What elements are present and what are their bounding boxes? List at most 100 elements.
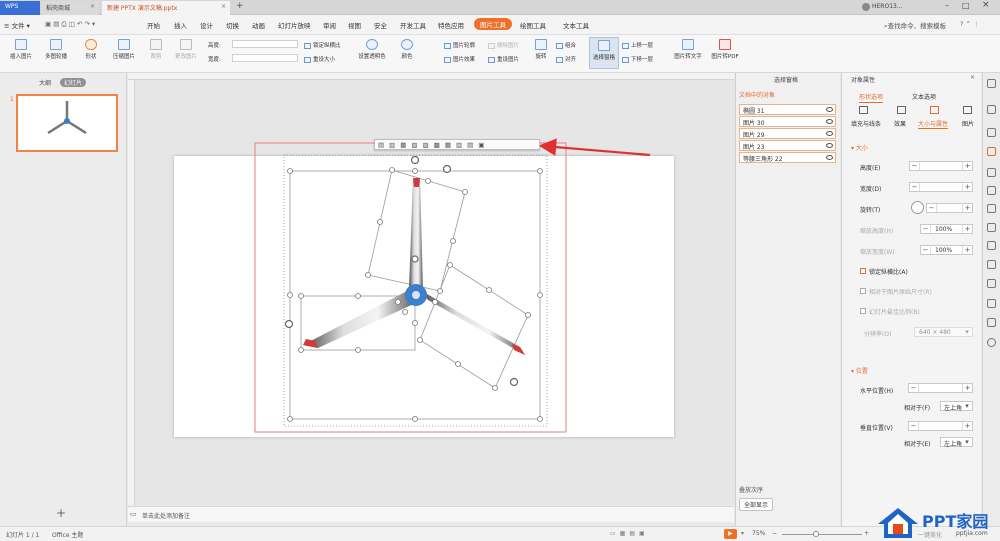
sub-tab-size-properties[interactable]: 大小与属性 — [918, 119, 949, 129]
bring-forward-button[interactable]: 上移一层 — [622, 41, 653, 49]
slide-thumbnail[interactable] — [16, 94, 118, 152]
align-icons[interactable]: ▤▥▦▧▨▩▦▥▤▣ — [378, 141, 489, 149]
menu-picture-tools[interactable]: 图片工具 — [474, 18, 512, 30]
menu-insert[interactable]: 插入 — [174, 20, 187, 30]
plus-icon[interactable]: + — [962, 225, 972, 233]
reset-size-button[interactable]: 重设大小 — [304, 55, 335, 63]
menu-text-tools[interactable]: 文本工具 — [563, 20, 589, 30]
quick-access-toolbar[interactable]: ▣ ▤ ⎙ ◫ ↶ ↷ ▾ — [45, 20, 95, 29]
scale-height-spinner[interactable]: −100% + — [920, 224, 973, 234]
search-box[interactable]: ⌕查找命令、搜索模板 — [884, 20, 946, 31]
help-icon[interactable] — [987, 318, 996, 327]
relative-original-checkbox[interactable] — [860, 288, 866, 294]
reset-picture-button[interactable]: 重设图片 — [488, 55, 519, 63]
show-all-button[interactable]: 全部显示 — [739, 498, 774, 511]
effect-icon[interactable] — [897, 106, 906, 114]
align-button[interactable]: 对齐 — [556, 55, 576, 63]
close-icon[interactable]: × — [221, 3, 226, 10]
menu-home[interactable]: 开始 — [147, 20, 160, 30]
format-icon[interactable] — [987, 279, 996, 288]
plus-icon[interactable]: + — [962, 162, 972, 170]
resolution-select[interactable]: 640 × 480 ▾ — [914, 327, 973, 337]
height-input[interactable] — [232, 40, 298, 48]
avatar[interactable] — [862, 3, 870, 11]
send-backward-button[interactable]: 下移一层 — [622, 55, 653, 63]
eye-icon[interactable] — [826, 131, 833, 136]
transition-icon[interactable] — [987, 204, 996, 213]
picture-outline-button[interactable]: 图片轮廓 — [444, 41, 475, 49]
vertical-position-spinner[interactable]: − + — [908, 421, 973, 431]
plus-icon[interactable]: + — [962, 204, 972, 212]
rotation-spinner[interactable]: − + — [926, 203, 973, 213]
play-button[interactable]: ▶ — [724, 529, 737, 539]
tab-slides[interactable]: 幻灯片 — [60, 78, 87, 87]
menu-special[interactable]: 特色应用 — [438, 20, 464, 30]
add-slide-button[interactable]: + — [56, 506, 66, 520]
crop-button[interactable]: 裁剪 — [146, 39, 166, 60]
panel-icon[interactable] — [987, 79, 996, 88]
object-item[interactable]: 图片 30 — [739, 116, 836, 127]
slide[interactable] — [174, 156, 674, 437]
lock-ratio-button[interactable]: 锁定纵横比 — [304, 41, 341, 49]
menu-design[interactable]: 设计 — [200, 20, 213, 30]
shape-button[interactable]: 形状 — [80, 39, 102, 60]
color-button[interactable]: 颜色 — [398, 39, 416, 60]
new-tab-button[interactable]: + — [236, 1, 244, 11]
combine-button[interactable]: 组合 — [556, 41, 576, 49]
zoom-slider-track[interactable] — [782, 534, 862, 535]
compress-picture-button[interactable]: 压缩图片 — [110, 39, 138, 60]
animation-icon[interactable] — [987, 168, 996, 177]
share-icon[interactable] — [987, 260, 996, 269]
plus-icon[interactable]: + — [962, 246, 972, 254]
file-menu[interactable]: ≡ 文件 ▾ — [4, 20, 30, 30]
multi-picture-button[interactable]: 多图轮播 — [40, 39, 72, 60]
close-window-icon[interactable]: × — [982, 0, 990, 10]
more-icon[interactable] — [987, 338, 996, 347]
tab-outline[interactable]: 大纲 — [39, 78, 51, 87]
zoom-in-icon[interactable]: + — [864, 530, 869, 537]
eye-icon[interactable] — [826, 155, 833, 160]
zoom-out-icon[interactable]: − — [772, 530, 777, 537]
relative-to-select[interactable]: 左上角 ▾ — [940, 401, 973, 412]
menu-slideshow[interactable]: 幻灯片放映 — [278, 20, 311, 30]
plus-icon[interactable]: + — [962, 384, 972, 392]
picture-effect-button[interactable]: 图片效果 — [444, 55, 475, 63]
minimize-icon[interactable]: – — [945, 1, 949, 10]
minus-icon[interactable]: − — [910, 183, 920, 191]
relative-to-v-select[interactable]: 左上角 ▾ — [940, 437, 973, 448]
zoom-slider-thumb[interactable] — [813, 531, 819, 537]
sub-tab-fill-line[interactable]: 填充与线条 — [851, 119, 881, 128]
menu-developer[interactable]: 开发工具 — [400, 20, 426, 30]
minus-icon[interactable]: − — [927, 204, 937, 212]
menu-view[interactable]: 视图 — [348, 20, 361, 30]
star-icon[interactable] — [987, 186, 996, 195]
eye-icon[interactable] — [826, 107, 833, 112]
position-section-header[interactable]: ▾ 位置 — [851, 366, 868, 375]
menu-review[interactable]: 审阅 — [323, 20, 336, 30]
plus-icon[interactable]: + — [962, 422, 972, 430]
shape-icon[interactable] — [987, 105, 996, 114]
picture-to-text-button[interactable]: 图片转文字 — [670, 39, 706, 60]
size-section-header[interactable]: ▾ 大小 — [851, 143, 868, 152]
best-scale-checkbox[interactable] — [860, 308, 866, 314]
fill-line-icon[interactable] — [859, 106, 868, 114]
play-dropdown-icon[interactable]: ▾ — [741, 530, 744, 537]
properties-icon[interactable] — [987, 147, 996, 156]
rotation-dial-icon[interactable] — [911, 201, 924, 214]
scale-width-spinner[interactable]: −100% + — [920, 245, 973, 255]
selection-pane-button[interactable]: 选择窗格 — [589, 37, 619, 69]
set-transparent-button[interactable]: 设置透明色 — [352, 39, 392, 60]
rotate-button[interactable]: 旋转 — [533, 39, 549, 60]
minus-icon[interactable]: − — [910, 162, 920, 170]
menu-drawing-tools[interactable]: 绘图工具 — [520, 20, 546, 30]
tab-shape-options[interactable]: 形状选项 — [859, 92, 884, 103]
menu-security[interactable]: 安全 — [374, 20, 387, 30]
tab-text-options[interactable]: 文本选项 — [912, 92, 936, 101]
notes-area[interactable]: ▭ 单击此处添加备注 — [128, 506, 734, 522]
minus-icon[interactable]: − — [921, 246, 931, 254]
delete-picture-button[interactable]: 删除图片 — [488, 41, 519, 49]
object-item[interactable]: 图片 29 — [739, 128, 836, 139]
horizontal-position-spinner[interactable]: − + — [908, 383, 973, 393]
eye-icon[interactable] — [826, 119, 833, 124]
picture-icon[interactable] — [963, 106, 972, 114]
